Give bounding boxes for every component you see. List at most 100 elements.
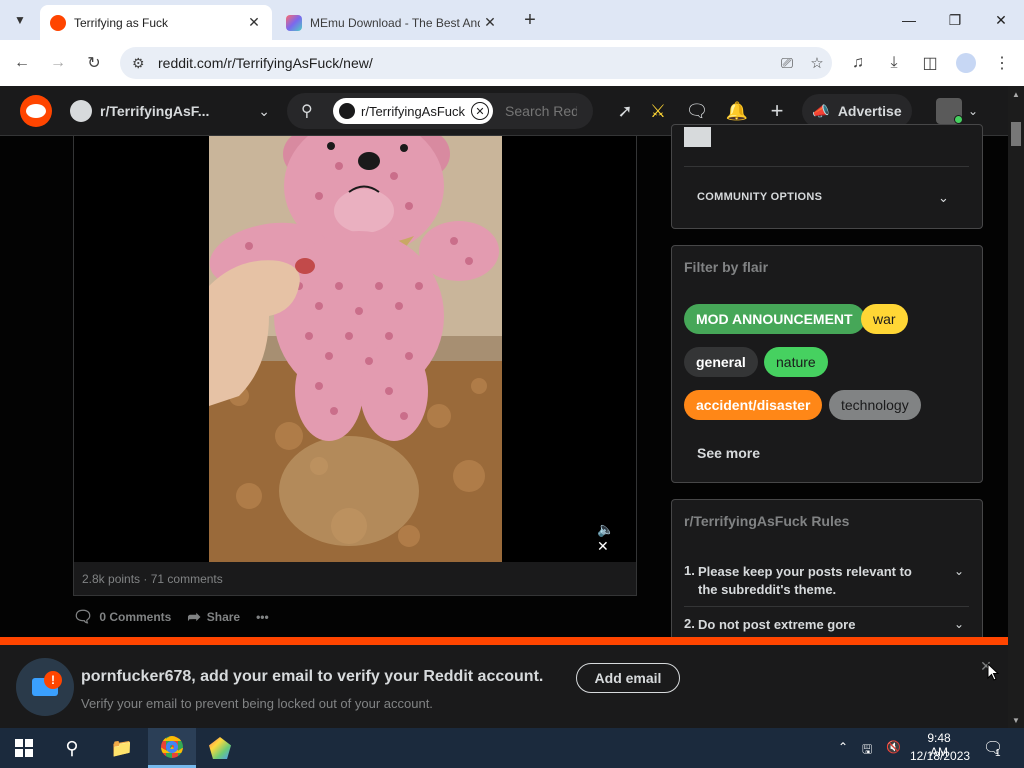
tab-title: MEmu Download - The Best Andr xyxy=(310,15,480,30)
install-app-icon[interactable]: ⎚ xyxy=(772,55,802,72)
chevron-down-icon[interactable]: ⌄ xyxy=(938,190,949,206)
share-button[interactable]: ➦ Share xyxy=(187,607,240,627)
post-action-bar: 🗨 0 Comments ➦ Share ••• xyxy=(73,604,285,630)
subreddit-icon xyxy=(70,100,92,122)
notifications-bell-icon[interactable]: 🔔 xyxy=(724,98,750,124)
community-selector-label: r/TerrifyingAsF... xyxy=(100,103,210,119)
chrome-taskbar-icon[interactable] xyxy=(148,728,196,768)
page-scrollbar[interactable] xyxy=(1008,86,1024,728)
tab-terrifying-as-fuck[interactable]: Terrifying as Fuck ✕ xyxy=(40,5,272,40)
chevron-down-icon: ⌄ xyxy=(258,102,270,119)
file-explorer-icon[interactable]: 📁 xyxy=(98,728,146,768)
tab-memu-download[interactable]: MEmu Download - The Best Andr ✕ xyxy=(276,5,508,40)
new-tab-plus-icon[interactable]: + xyxy=(518,8,542,32)
close-tab-icon[interactable]: ✕ xyxy=(244,13,264,33)
rule-number: 1. xyxy=(684,563,695,578)
divider xyxy=(684,166,969,167)
create-post-plus-icon[interactable]: + xyxy=(764,98,790,124)
share-arrow-icon: ➦ xyxy=(187,609,201,626)
subreddit-chip-icon xyxy=(339,103,355,119)
tab-title: Terrifying as Fuck xyxy=(74,15,169,30)
taskbar-clock-date[interactable]: 12/18/2023 xyxy=(910,749,970,763)
memu-favicon-icon xyxy=(286,14,302,31)
comment-bubble-icon: 🗨 xyxy=(73,609,94,626)
browser-toolbar: ← → ↻ ⚙ reddit.com/r/TerrifyingAsFuck/ne… xyxy=(0,40,1024,86)
search-input[interactable] xyxy=(505,103,578,119)
downloads-icon[interactable]: ⤓ xyxy=(881,50,907,76)
comments-button[interactable]: 🗨 0 Comments xyxy=(73,607,171,627)
post-comment-count[interactable]: 71 comments xyxy=(151,572,223,586)
advertise-label: Advertise xyxy=(837,103,902,119)
email-envelope-icon xyxy=(16,658,74,716)
community-options-toggle[interactable]: COMMUNITY OPTIONS xyxy=(697,191,822,203)
rules-title: r/TerrifyingAsFuck Rules xyxy=(684,513,850,529)
moderator-avatar[interactable] xyxy=(684,127,711,147)
advertise-button[interactable]: 📣 Advertise xyxy=(802,94,912,128)
comments-label: 0 Comments xyxy=(99,610,172,624)
bookmark-star-icon[interactable]: ☆ xyxy=(802,54,832,72)
rule-text: Do not post extreme gore xyxy=(698,617,856,632)
windows-start-icon[interactable] xyxy=(0,728,48,768)
rule-text: Please keep your posts relevant to the s… xyxy=(698,564,912,597)
divider xyxy=(684,606,969,607)
chevron-down-icon[interactable]: ⌄ xyxy=(954,564,964,578)
user-menu-chevron-icon[interactable]: ⌄ xyxy=(960,98,986,124)
media-controls-icon[interactable]: ♫ xyxy=(845,50,871,76)
mute-speaker-icon[interactable]: 🔈✕ xyxy=(597,521,621,554)
chevron-down-icon[interactable]: ⌄ xyxy=(954,617,964,631)
add-email-button[interactable]: Add email xyxy=(576,663,680,693)
search-icon: ⚲ xyxy=(301,103,313,120)
taskbar-search-icon[interactable]: ⚲ xyxy=(48,728,96,768)
teddy-bear-video-frame xyxy=(209,136,502,562)
moderation-icon[interactable]: ⚔ xyxy=(645,98,671,124)
community-selector[interactable]: r/TerrifyingAsF... ⌄ xyxy=(70,94,270,128)
scrollbar-thumb[interactable] xyxy=(1011,122,1021,146)
windows-logo-icon xyxy=(15,739,33,757)
megaphone-icon: 📣 xyxy=(812,102,830,119)
flair-accident-disaster[interactable]: accident/disaster xyxy=(684,390,823,420)
scroll-up-arrow-icon[interactable]: ▲ xyxy=(1008,86,1024,102)
minimize-window-button[interactable]: — xyxy=(886,0,932,40)
close-tab-icon[interactable]: ✕ xyxy=(480,13,500,33)
address-bar[interactable]: ⚙ reddit.com/r/TerrifyingAsFuck/new/ ⎚ ☆ xyxy=(120,47,832,79)
see-more-flairs-button[interactable]: See more xyxy=(697,445,760,461)
back-arrow-icon[interactable]: ← xyxy=(9,50,35,76)
side-panel-icon[interactable]: ◫ xyxy=(917,50,943,76)
browser-tab-strip: ▼ Terrifying as Fuck ✕ MEmu Download - T… xyxy=(0,0,1024,40)
close-window-button[interactable]: ✕ xyxy=(978,0,1024,40)
mouse-cursor-icon xyxy=(987,663,999,681)
search-community-chip[interactable]: r/TerrifyingAsFuck ✕ xyxy=(333,98,494,124)
flair-nature[interactable]: nature xyxy=(764,347,828,377)
online-status-dot xyxy=(954,115,963,124)
show-hidden-icons-chevron-icon[interactable]: ⌃ xyxy=(838,740,848,754)
search-chip-label: r/TerrifyingAsFuck xyxy=(361,103,466,119)
flair-general[interactable]: general xyxy=(684,347,758,377)
memu-taskbar-icon[interactable] xyxy=(196,728,244,768)
browser-menu-icon[interactable]: ⋮ xyxy=(989,50,1015,76)
more-dots-icon: ••• xyxy=(256,610,269,624)
reload-icon[interactable]: ↻ xyxy=(81,50,107,76)
popular-arrow-icon[interactable]: ➚ xyxy=(612,98,638,124)
search-bar[interactable]: ⚲ r/TerrifyingAsFuck ✕ xyxy=(287,93,593,129)
scroll-down-arrow-icon[interactable]: ▼ xyxy=(1008,712,1024,728)
site-info-icon[interactable]: ⚙ xyxy=(132,55,150,72)
more-options-button[interactable]: ••• xyxy=(256,610,269,624)
notification-count: 1 xyxy=(995,748,1001,759)
post-points: 2.8k points xyxy=(82,572,141,586)
flair-mod-announcement[interactable]: MOD ANNOUNCEMENT xyxy=(684,304,865,334)
flair-technology[interactable]: technology xyxy=(829,390,921,420)
reddit-logo-icon[interactable] xyxy=(20,95,52,127)
volume-muted-icon[interactable]: 🔇 xyxy=(886,740,901,754)
tab-search-chevron-icon[interactable]: ▼ xyxy=(8,8,32,32)
restore-window-button[interactable]: ❐ xyxy=(932,0,978,40)
post-video-frame[interactable] xyxy=(209,136,502,562)
profile-avatar-icon[interactable] xyxy=(953,50,979,76)
url-text[interactable]: reddit.com/r/TerrifyingAsFuck/new/ xyxy=(158,55,772,71)
chat-icon[interactable]: 🗨 xyxy=(684,98,710,124)
alert-badge-icon: ! xyxy=(44,671,62,689)
clear-chip-icon[interactable]: ✕ xyxy=(471,102,490,120)
network-icon[interactable]: 🖫 xyxy=(862,740,872,761)
flair-war[interactable]: war xyxy=(861,304,908,334)
email-banner-message: pornfucker678, add your email to verify … xyxy=(81,668,544,685)
forward-arrow-icon[interactable]: → xyxy=(45,50,71,76)
